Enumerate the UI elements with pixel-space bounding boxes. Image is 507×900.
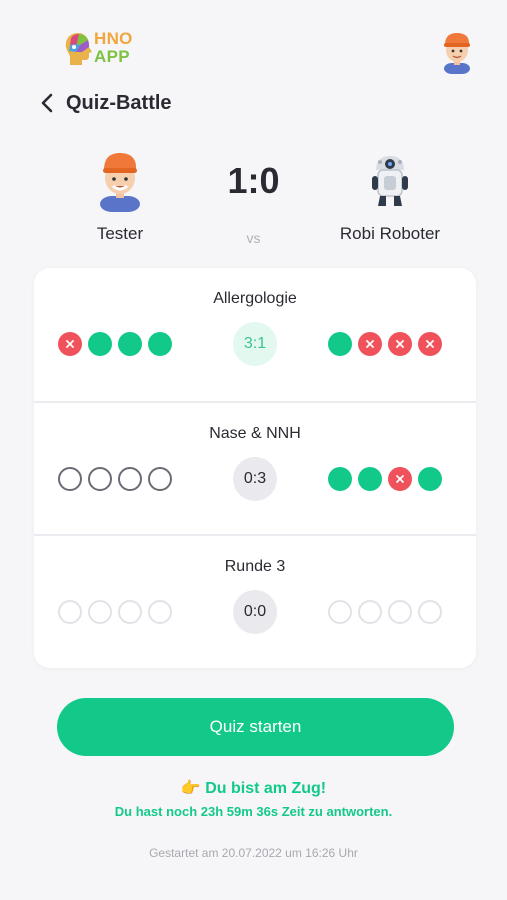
answer-wrong-indicator <box>358 332 382 356</box>
round-title: Runde 3 <box>224 558 286 575</box>
answer-correct-indicator <box>148 332 172 356</box>
logo-line-1: HNO <box>94 29 133 48</box>
app-header: HNO APP <box>0 0 507 80</box>
started-timestamp: Gestartet am 20.07.2022 um 16:26 Uhr <box>149 846 358 860</box>
app-logo[interactable]: HNO APP <box>62 28 142 72</box>
logo-line-2: APP <box>94 47 130 66</box>
answer-pending-indicator <box>58 600 82 624</box>
battle-header: Tester 1:0 vs Robi Roboter <box>0 148 507 258</box>
chevron-left-icon <box>41 93 53 113</box>
player-2-answers <box>328 332 442 356</box>
x-icon <box>66 340 74 348</box>
answer-correct-indicator <box>118 332 142 356</box>
x-icon <box>396 475 404 483</box>
round-3[interactable]: Runde 3 0:0 <box>34 534 476 667</box>
answer-wrong-indicator <box>58 332 82 356</box>
round-title: Allergologie <box>213 290 297 307</box>
player-1-answers <box>58 600 172 624</box>
answer-correct-indicator <box>418 467 442 491</box>
answer-correct-indicator <box>328 467 352 491</box>
round-score-badge: 3:1 <box>233 322 277 366</box>
x-icon <box>426 340 434 348</box>
battle-score: 1:0 <box>227 160 280 201</box>
player-2-answers <box>328 600 442 624</box>
round-title: Nase & NNH <box>209 425 301 442</box>
player-2-answers <box>328 467 442 491</box>
player-1: Tester <box>40 148 200 244</box>
boy-avatar-icon <box>88 148 152 212</box>
vs-label: vs <box>246 230 261 246</box>
answer-empty-indicator <box>88 467 112 491</box>
rounds-card: Allergologie 3:1 Nase & NNH 0:3 Runde 3 … <box>34 268 476 668</box>
answer-pending-indicator <box>328 600 352 624</box>
answer-pending-indicator <box>148 600 172 624</box>
title-row: Quiz-Battle <box>36 86 172 120</box>
back-button[interactable] <box>36 88 58 118</box>
round-2[interactable]: Nase & NNH 0:3 <box>34 401 476 534</box>
answer-wrong-indicator <box>418 332 442 356</box>
answer-wrong-indicator <box>388 332 412 356</box>
round-1[interactable]: Allergologie 3:1 <box>34 268 476 401</box>
robot-avatar-icon <box>358 148 422 212</box>
player-2-name: Robi Roboter <box>339 224 441 243</box>
answer-empty-indicator <box>148 467 172 491</box>
answer-pending-indicator <box>418 600 442 624</box>
profile-avatar-icon[interactable] <box>438 30 476 74</box>
player-1-answers <box>58 467 172 491</box>
answer-pending-indicator <box>388 600 412 624</box>
x-icon <box>396 340 404 348</box>
answer-empty-indicator <box>118 467 142 491</box>
player-2: Robi Roboter <box>310 148 470 244</box>
round-score-badge: 0:3 <box>233 457 277 501</box>
player-1-answers <box>58 332 172 356</box>
turn-indicator: 👉 Du bist am Zug! <box>180 780 327 797</box>
start-quiz-button[interactable]: Quiz starten <box>57 698 454 756</box>
x-icon <box>366 340 374 348</box>
page-title: Quiz-Battle <box>66 91 172 114</box>
answer-correct-indicator <box>88 332 112 356</box>
answer-pending-indicator <box>88 600 112 624</box>
round-score-badge: 0:0 <box>233 590 277 634</box>
answer-empty-indicator <box>58 467 82 491</box>
answer-correct-indicator <box>328 332 352 356</box>
answer-correct-indicator <box>358 467 382 491</box>
answer-pending-indicator <box>118 600 142 624</box>
answer-pending-indicator <box>358 600 382 624</box>
answer-wrong-indicator <box>388 467 412 491</box>
time-remaining: Du hast noch 23h 59m 36s Zeit zu antwort… <box>114 804 393 819</box>
player-1-name: Tester <box>96 224 144 243</box>
logo-head-icon <box>65 33 92 65</box>
logo-text: HNO APP <box>94 30 133 66</box>
